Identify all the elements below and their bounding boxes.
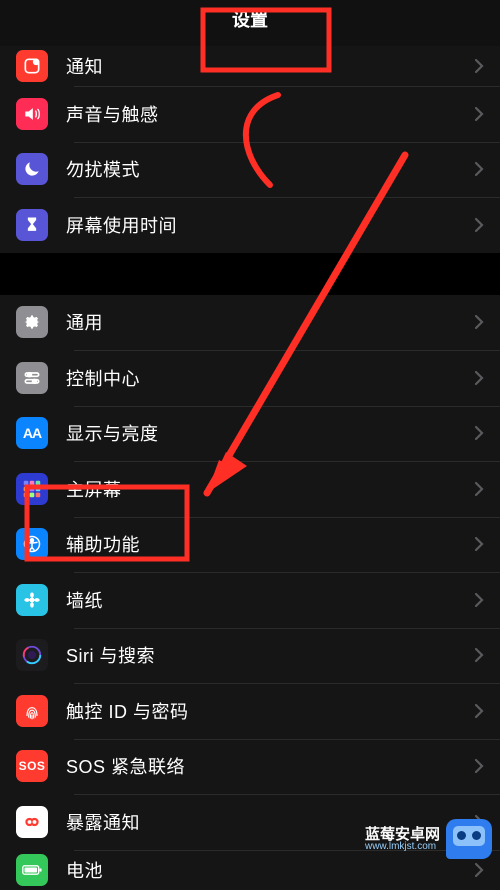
chevron-right-icon — [474, 161, 484, 177]
row-label: 控制中心 — [66, 365, 474, 391]
row-wallpaper[interactable]: 墙纸 — [0, 572, 500, 628]
row-touchid[interactable]: 触控 ID 与密码 — [0, 683, 500, 739]
row-label: 通用 — [66, 309, 474, 335]
row-label: SOS 紧急联络 — [66, 753, 474, 779]
watermark-robot-icon — [446, 819, 492, 859]
home-grid-icon — [16, 473, 48, 505]
sliders-icon — [16, 362, 48, 394]
row-label: 墙纸 — [66, 587, 474, 613]
chevron-right-icon — [474, 536, 484, 552]
gear-icon — [16, 306, 48, 338]
settings-group-b: 通用 控制中心 AA 显示与亮度 — [0, 295, 500, 890]
row-label: 屏幕使用时间 — [66, 212, 474, 238]
row-label: 声音与触感 — [66, 101, 474, 127]
hourglass-icon — [16, 209, 48, 241]
row-siri[interactable]: Siri 与搜索 — [0, 628, 500, 684]
chevron-right-icon — [474, 217, 484, 233]
row-label: 电池 — [66, 857, 474, 883]
chevron-right-icon — [474, 425, 484, 441]
header: 设置 — [0, 0, 500, 46]
row-label: 通知 — [66, 53, 474, 79]
fingerprint-icon — [16, 695, 48, 727]
settings-group-a: 通知 声音与触感 勿扰模式 — [0, 46, 500, 253]
row-display[interactable]: AA 显示与亮度 — [0, 406, 500, 462]
chevron-right-icon — [474, 370, 484, 386]
speaker-icon — [16, 98, 48, 130]
wallpaper-icon — [16, 584, 48, 616]
sos-icon: SOS — [16, 750, 48, 782]
siri-icon — [16, 639, 48, 671]
exposure-icon — [16, 806, 48, 838]
row-sos[interactable]: SOS SOS 紧急联络 — [0, 739, 500, 795]
row-controlcenter[interactable]: 控制中心 — [0, 350, 500, 406]
watermark-title: 蓝莓安卓网 — [365, 827, 440, 842]
row-label: 触控 ID 与密码 — [66, 698, 474, 724]
chevron-right-icon — [474, 862, 484, 878]
display-aa-icon: AA — [16, 417, 48, 449]
row-screentime[interactable]: 屏幕使用时间 — [0, 197, 500, 253]
row-notifications[interactable]: 通知 — [0, 46, 500, 86]
chevron-right-icon — [474, 481, 484, 497]
page-title: 设置 — [232, 10, 268, 30]
row-dnd[interactable]: 勿扰模式 — [0, 142, 500, 198]
chevron-right-icon — [474, 592, 484, 608]
chevron-right-icon — [474, 703, 484, 719]
row-sounds[interactable]: 声音与触感 — [0, 86, 500, 142]
row-general[interactable]: 通用 — [0, 295, 500, 351]
row-accessibility[interactable]: 辅助功能 — [0, 517, 500, 573]
row-label: Siri 与搜索 — [66, 642, 474, 668]
watermark-url: www.lmkjst.com — [365, 842, 440, 852]
chevron-right-icon — [474, 58, 484, 74]
watermark: 蓝莓安卓网 www.lmkjst.com — [365, 819, 492, 859]
row-homescreen[interactable]: 主屏幕 — [0, 461, 500, 517]
row-label: 主屏幕 — [66, 476, 474, 502]
row-label: 辅助功能 — [66, 531, 474, 557]
notifications-icon — [16, 50, 48, 82]
chevron-right-icon — [474, 314, 484, 330]
chevron-right-icon — [474, 647, 484, 663]
row-label: 勿扰模式 — [66, 156, 474, 182]
accessibility-icon — [16, 528, 48, 560]
settings-screen: 设置 通知 声音与触感 — [0, 0, 500, 865]
chevron-right-icon — [474, 758, 484, 774]
chevron-right-icon — [474, 106, 484, 122]
moon-icon — [16, 153, 48, 185]
row-label: 显示与亮度 — [66, 420, 474, 446]
battery-icon — [16, 854, 48, 886]
